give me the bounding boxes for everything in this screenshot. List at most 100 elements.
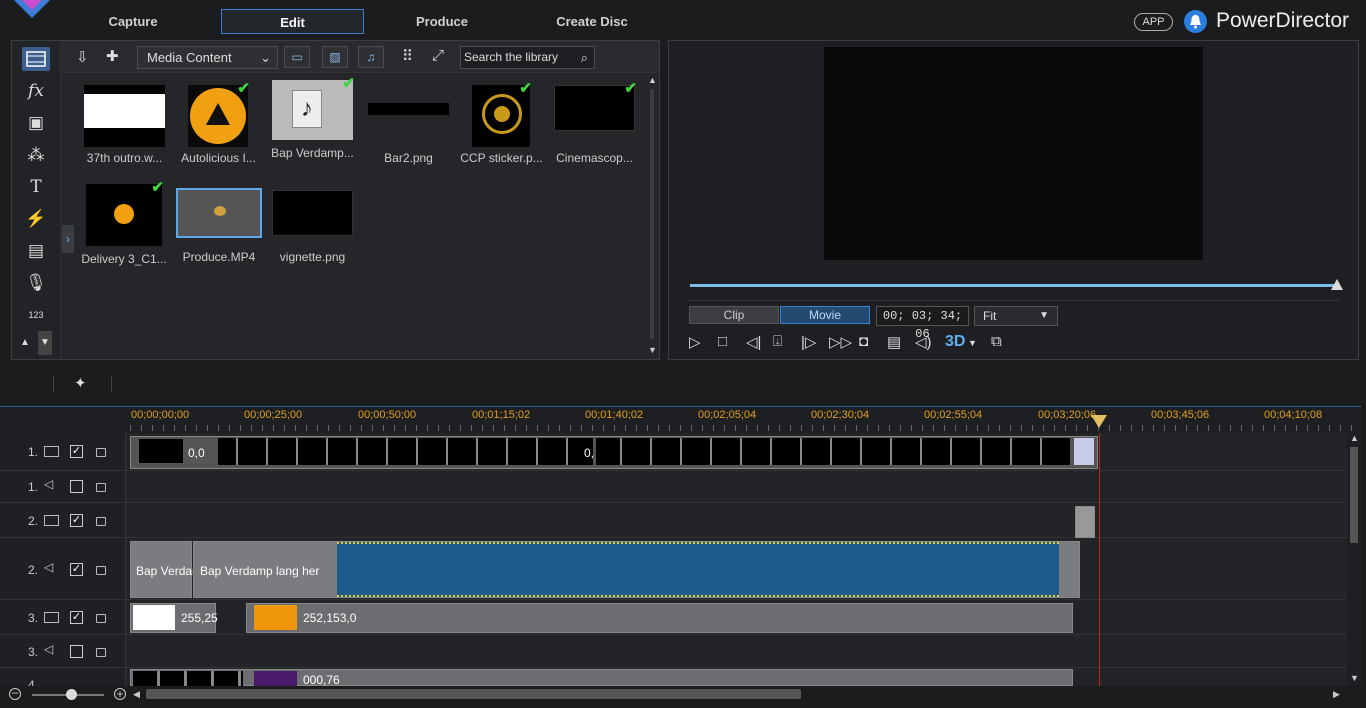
clip-mode-button[interactable]: Clip [689,306,779,324]
app-badge[interactable]: APP [1134,13,1173,31]
track-header: 2. ✓ [0,503,126,537]
lock-icon[interactable] [96,566,106,575]
track-enable-checkbox[interactable] [70,645,83,658]
library-search-input[interactable]: Search the library ⌕ [460,46,595,69]
plugin-icon[interactable]: ✚ [106,47,119,65]
media-room-icon[interactable] [22,47,50,71]
checkmark-icon: ✔ [151,179,164,196]
filter-image-button[interactable]: ▨ [322,46,348,68]
scroll-thumb[interactable] [1350,447,1358,543]
media-item-37th-outro[interactable]: 37th outro.w... [84,85,165,165]
movie-mode-button[interactable]: Movie [780,306,870,324]
tracks-scrollbar[interactable]: ▲ ▼ [1347,433,1361,686]
track-enable-checkbox[interactable]: ✓ [70,563,83,576]
particle-room-icon[interactable]: ⁂ [22,143,50,167]
tab-produce[interactable]: Produce [392,9,492,34]
lock-icon[interactable] [96,517,106,526]
tab-create-disc[interactable]: Create Disc [532,9,652,34]
sort-grid-icon[interactable]: ⠿ [402,47,413,65]
clip-label: 000,76 [303,673,340,687]
next-frame-icon[interactable]: |▷ [801,333,816,351]
zoom-out-icon[interactable]: − [9,687,21,700]
color-board-clip[interactable] [246,603,1073,633]
media-item-delivery[interactable]: ✔ Delivery 3_C1... [81,179,166,266]
ruler-label: 00;00;25;00 [244,409,303,421]
lock-icon[interactable] [96,614,106,623]
scroll-up-arrow-icon[interactable]: ▲ [648,75,657,85]
previous-frame-icon[interactable]: ◁| [746,333,761,351]
fast-forward-icon[interactable]: ▷▷ [829,333,852,351]
notification-bell-icon[interactable] [1184,10,1207,33]
expand-panel-icon[interactable]: › [62,225,74,253]
track-header: 3. ◁ [0,635,126,667]
chapter-room-icon[interactable]: 123 [22,303,50,327]
expand-library-icon[interactable]: ⤢ [432,47,444,64]
play-icon[interactable]: ▷ [689,333,701,351]
snapshot-camera-icon[interactable]: ◘ [859,333,868,350]
media-item-autolicious[interactable]: ✔ Autolicious I... [181,80,256,165]
3d-mode-button[interactable]: 3D [945,333,965,351]
search-placeholder: Search the library [464,50,559,64]
media-item-ccp-sticker[interactable]: ✔ CCP sticker.p... [460,80,542,165]
horizontal-scroll-thumb[interactable] [146,689,801,699]
tab-edit[interactable]: Edit [221,9,364,34]
checkmark-icon: ✔ [237,80,250,97]
scroll-down-icon[interactable]: ▼ [38,331,52,355]
dropdown-value: Media Content [147,50,232,65]
ruler-label: 00;02;30;04 [811,409,870,421]
undock-preview-icon[interactable]: ⧉ [991,333,1002,350]
scroll-down-arrow-icon[interactable]: ▼ [648,345,657,355]
seek-handle[interactable] [1331,279,1343,290]
audio-mixing-room-icon[interactable]: ▤ [22,239,50,263]
import-media-icon[interactable]: ⇩ [76,48,89,66]
scroll-up-arrow-icon[interactable]: ▲ [1350,433,1359,443]
media-item-cinemascope[interactable]: ✔ Cinemascop... [554,80,637,165]
zoom-in-icon[interactable]: + [114,688,126,700]
media-item-label: Autolicious I... [181,151,256,165]
subtitle-icon[interactable]: ▤ [887,333,901,351]
voice-over-room-icon[interactable]: 🎙 [22,271,50,295]
video-clip[interactable] [1075,506,1095,538]
split-marker-icon[interactable]: ⍗ [773,333,782,350]
chevron-down-icon[interactable]: ▼ [968,338,977,348]
media-content-dropdown[interactable]: Media Content ⌄ [137,46,278,69]
preview-seek-bar[interactable] [690,284,1338,287]
track-enable-checkbox[interactable]: ✓ [70,514,83,527]
filter-audio-button[interactable]: ♫ [358,46,384,68]
tab-capture[interactable]: Capture [85,9,181,34]
app-logo-icon [14,0,50,18]
track-number: 3. [28,611,39,625]
ruler-label: 00;00;00;00 [131,409,190,421]
filter-video-button[interactable]: ▭ [284,46,310,68]
lock-icon[interactable] [96,483,106,492]
stop-icon[interactable]: □ [718,333,727,350]
magic-tools-icon[interactable]: ✦ [74,374,87,392]
scroll-down-arrow-icon[interactable]: ▼ [1350,673,1359,683]
media-item-bar2[interactable]: Bar2.png [368,85,449,165]
scroll-left-arrow-icon[interactable]: ◀ [133,689,140,700]
volume-icon[interactable]: ◁) [915,333,932,351]
media-item-bap-verdamp[interactable]: ♪ ✔ Bap Verdamp... [271,75,355,160]
media-item-vignette[interactable]: vignette.png [272,190,353,264]
track-enable-checkbox[interactable]: ✓ [70,445,83,458]
lock-icon[interactable] [96,448,106,457]
fx-room-icon[interactable]: fx [22,79,50,103]
lock-icon[interactable] [96,648,106,657]
media-item-produce[interactable]: Produce.MP4 [176,188,262,264]
scroll-up-icon[interactable]: ▲ [18,331,32,355]
playhead-handle[interactable] [1091,415,1107,428]
track-enable-checkbox[interactable]: ✓ [70,611,83,624]
title-room-icon[interactable]: T [22,175,50,199]
zoom-slider-handle[interactable] [66,689,77,700]
pip-room-icon[interactable]: ▣ [22,111,50,135]
zoom-fit-dropdown[interactable]: Fit ▼ [974,306,1058,326]
timecode-display[interactable]: 00; 03; 34; 06 [876,306,969,341]
track-enable-checkbox[interactable] [70,480,83,493]
track-row: 3. ◁ [0,635,1361,668]
track-row: 1. ✓ 0,0 0, [0,433,1361,471]
timeline-ruler[interactable]: 00;00;00;00 00;00;25;00 00;00;50;00 00;0… [0,406,1361,433]
media-item-label: vignette.png [279,250,346,264]
scroll-right-arrow-icon[interactable]: ▶ [1333,689,1340,700]
transition-room-icon[interactable]: ⚡ [22,207,50,231]
library-scrollbar[interactable]: ▲ ▼ [646,75,658,357]
